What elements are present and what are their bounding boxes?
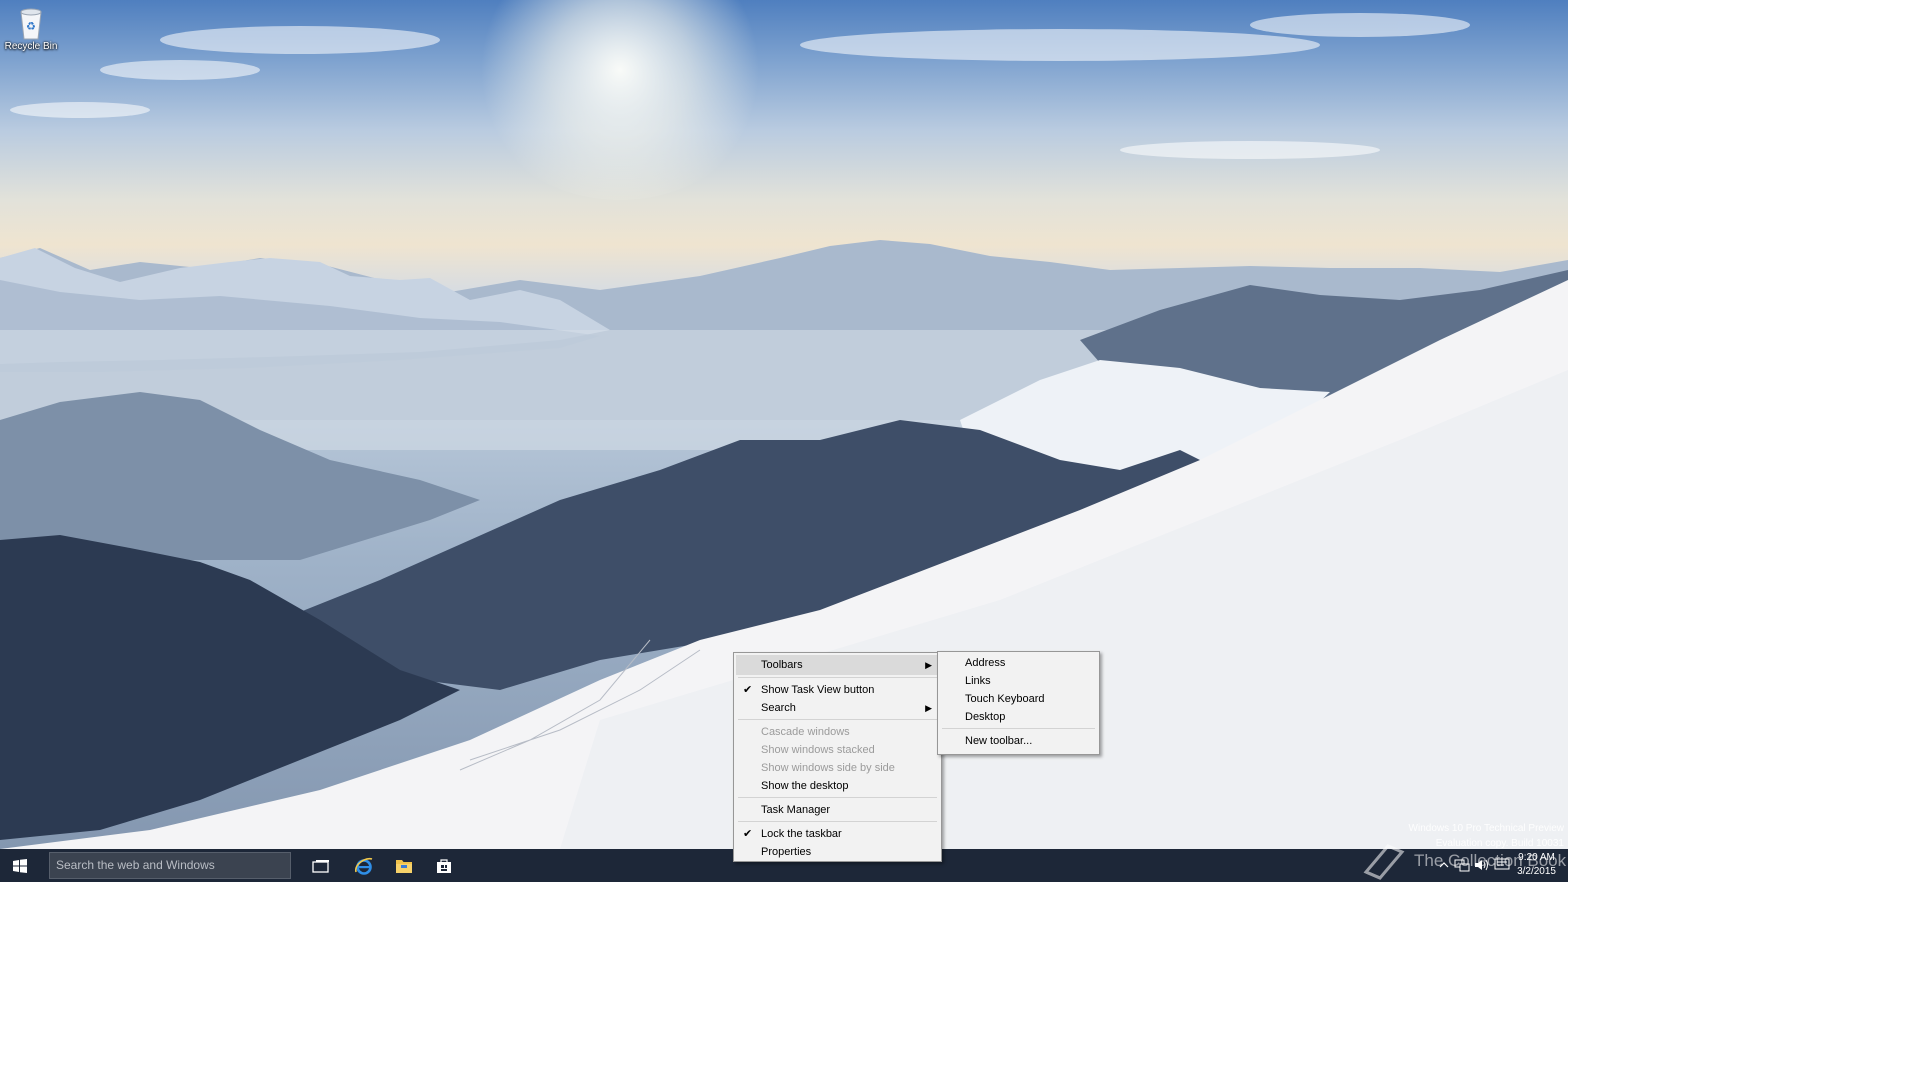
clock[interactable]: 9:20 AM 3/2/2015 — [1517, 851, 1556, 879]
menu-item-label: Search — [761, 702, 796, 714]
menu-separator — [738, 797, 937, 798]
submenu-arrow-icon: ▶ — [925, 703, 932, 713]
store-icon — [437, 858, 451, 873]
menu-item-label: Cascade windows — [761, 726, 850, 738]
menu-item-label: Show the desktop — [761, 780, 849, 792]
menu-item-label: Touch Keyboard — [965, 693, 1045, 705]
menu-item-show-windows-stacked[interactable]: Show windows stacked — [734, 741, 941, 759]
submenu-arrow-icon: ▶ — [925, 660, 932, 670]
menu-separator — [738, 719, 937, 720]
menu-item-show-windows-side-by-side[interactable]: Show windows side by side — [734, 759, 941, 777]
checkmark-icon: ✔ — [743, 684, 753, 696]
submenu-item-links[interactable]: Links — [938, 672, 1099, 690]
menu-item-label: Show Task View button — [761, 684, 875, 696]
submenu-item-desktop[interactable]: Desktop — [938, 708, 1099, 726]
menu-item-label: Lock the taskbar — [761, 828, 842, 840]
action-center-icon[interactable] — [1494, 858, 1510, 872]
svg-text:♻: ♻ — [26, 20, 36, 33]
menu-item-toolbars[interactable]: Toolbars ▶ — [736, 655, 939, 675]
menu-item-label: Address — [965, 657, 1006, 669]
menu-item-label: Show windows stacked — [761, 744, 875, 756]
internet-explorer-button[interactable] — [344, 849, 384, 882]
network-icon[interactable] — [1454, 858, 1470, 872]
internet-explorer-icon — [355, 857, 373, 875]
menu-item-task-manager[interactable]: Task Manager — [734, 801, 941, 819]
search-input[interactable]: Search the web and Windows — [49, 852, 291, 879]
menu-separator — [942, 728, 1095, 729]
checkmark-icon: ✔ — [743, 828, 753, 840]
task-view-button[interactable] — [301, 849, 341, 882]
taskbar-context-menu: Toolbars ▶ ✔ Show Task View button Searc… — [733, 652, 942, 862]
clock-date: 3/2/2015 — [1517, 866, 1556, 877]
task-view-icon — [312, 859, 329, 873]
menu-item-show-the-desktop[interactable]: Show the desktop — [734, 777, 941, 795]
submenu-item-new-toolbar[interactable]: New toolbar... — [938, 732, 1099, 750]
menu-item-label: Links — [965, 675, 991, 687]
menu-item-label: New toolbar... — [965, 735, 1033, 747]
menu-item-properties[interactable]: Properties — [734, 843, 941, 861]
toolbars-submenu: Address Links Touch Keyboard Desktop New… — [937, 651, 1100, 755]
watermark-line-1: Windows 10 Pro Technical Preview — [1408, 823, 1564, 834]
menu-item-label: Toolbars — [761, 659, 803, 671]
submenu-item-touch-keyboard[interactable]: Touch Keyboard — [938, 690, 1099, 708]
submenu-item-address[interactable]: Address — [938, 654, 1099, 672]
chevron-up-icon[interactable] — [1436, 858, 1452, 872]
menu-item-search[interactable]: Search ▶ — [734, 699, 941, 717]
store-button[interactable] — [424, 849, 464, 882]
recycle-bin-label: Recycle Bin — [4, 41, 58, 52]
system-tray: 9:20 AM 3/2/2015 — [1428, 849, 1568, 882]
menu-item-label: Show windows side by side — [761, 762, 895, 774]
menu-item-lock-the-taskbar[interactable]: ✔ Lock the taskbar — [734, 825, 941, 843]
clock-time: 9:20 AM — [1518, 852, 1555, 863]
recycle-bin-icon: ♻ — [20, 8, 42, 40]
start-button[interactable] — [0, 849, 40, 882]
menu-item-label: Task Manager — [761, 804, 831, 816]
evaluation-watermark: Windows 10 Pro Technical Preview Evaluat… — [1409, 821, 1564, 851]
menu-item-label: Properties — [761, 846, 812, 858]
menu-separator — [738, 677, 937, 678]
windows-logo-icon — [13, 858, 27, 873]
file-explorer-icon — [396, 859, 412, 873]
recycle-bin-shortcut[interactable]: ♻ Recycle Bin — [2, 4, 60, 64]
volume-icon[interactable] — [1474, 858, 1490, 872]
file-explorer-button[interactable] — [384, 849, 424, 882]
menu-item-show-task-view-button[interactable]: ✔ Show Task View button — [734, 681, 941, 699]
menu-item-cascade-windows[interactable]: Cascade windows — [734, 723, 941, 741]
menu-item-label: Desktop — [965, 711, 1006, 723]
menu-separator — [738, 821, 937, 822]
